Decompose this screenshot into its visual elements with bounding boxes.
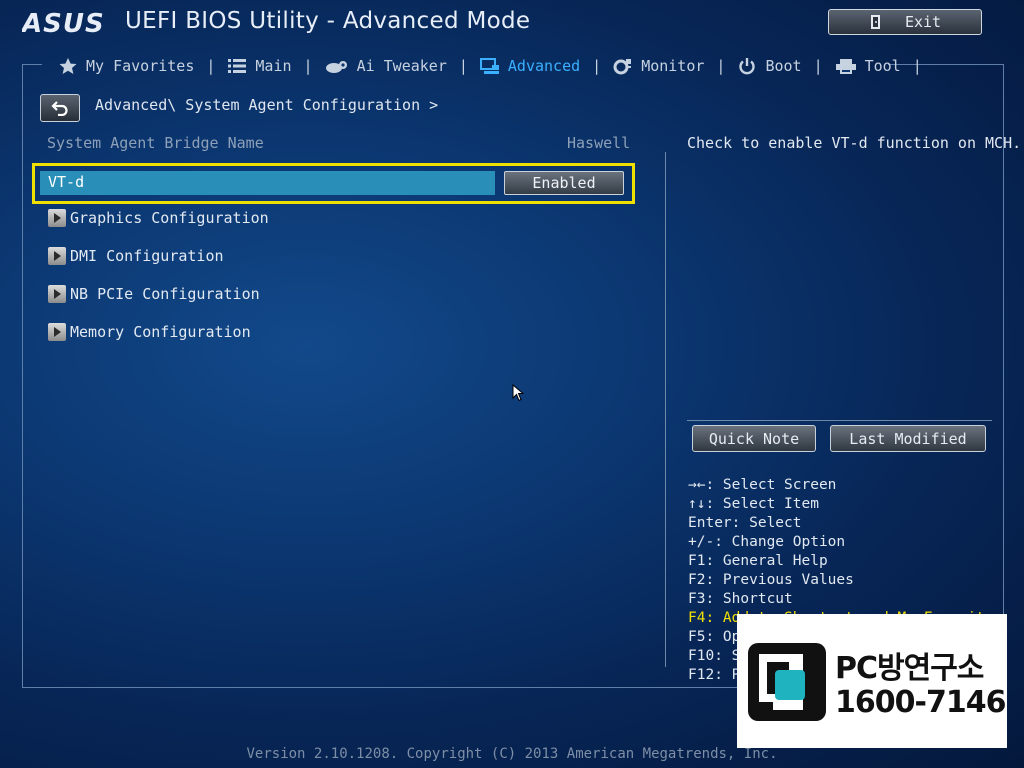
tab-label: Advanced	[507, 57, 581, 75]
submenu-nb-pcie-configuration[interactable]: NB PCIe Configuration	[48, 283, 260, 305]
tab-boot[interactable]: Boot	[727, 52, 811, 80]
key-legend-item: F1: General Help	[688, 553, 828, 569]
exit-button[interactable]: Exit	[828, 9, 982, 35]
key-legend-item: +/-: Change Option	[688, 534, 846, 550]
watermark-phone: 1600-7146	[835, 685, 1006, 720]
mouse-cursor-icon	[512, 384, 524, 402]
asus-logo: ASUS	[22, 9, 105, 38]
tab-separator: |	[458, 57, 468, 75]
back-arrow-icon	[51, 101, 68, 116]
quick-note-button[interactable]: Quick Note	[692, 425, 816, 452]
tab-my-favorites[interactable]: My Favorites	[48, 52, 204, 80]
bridge-name-label: System Agent Bridge Name	[47, 134, 264, 152]
submenu-label: NB PCIe Configuration	[70, 285, 260, 303]
help-divider	[687, 420, 992, 421]
tab-advanced[interactable]: Advanced	[470, 52, 590, 80]
tab-separator: |	[716, 57, 726, 75]
key-legend-item: F2: Previous Values	[688, 572, 854, 588]
tab-separator: |	[592, 57, 602, 75]
tab-separator: |	[303, 57, 313, 75]
submenu-label: DMI Configuration	[70, 247, 224, 265]
frame-top-edge-left	[22, 64, 42, 65]
key-legend-item: F3: Shortcut	[688, 591, 793, 607]
page-title: UEFI BIOS Utility - Advanced Mode	[125, 8, 531, 34]
help-description: Check to enable VT-d function on MCH.	[687, 134, 1022, 152]
tab-main[interactable]: Main	[217, 52, 301, 80]
submenu-arrow-icon	[48, 247, 66, 265]
star-icon	[59, 58, 77, 74]
last-modified-button[interactable]: Last Modified	[830, 425, 986, 452]
printer-icon	[835, 59, 856, 74]
submenu-graphics-configuration[interactable]: Graphics Configuration	[48, 207, 269, 229]
svg-text:ASUS: ASUS	[22, 9, 105, 38]
tab-separator: |	[912, 57, 922, 75]
panel-divider	[665, 152, 666, 667]
tab-label: Main	[255, 57, 292, 75]
list-icon	[228, 59, 247, 73]
vtd-value-button[interactable]: Enabled	[504, 171, 624, 195]
key-legend-item: Enter: Select	[688, 515, 802, 531]
submenu-label: Graphics Configuration	[70, 209, 269, 227]
tab-label: Tool	[864, 57, 901, 75]
power-icon	[739, 58, 756, 75]
exit-door-icon	[870, 15, 880, 29]
vtd-row[interactable]	[40, 171, 495, 195]
submenu-arrow-icon	[48, 323, 66, 341]
monitor-gauge-icon	[613, 59, 632, 75]
back-button[interactable]	[40, 94, 80, 122]
submenu-memory-configuration[interactable]: Memory Configuration	[48, 321, 251, 343]
tab-monitor[interactable]: Monitor	[603, 52, 714, 80]
tab-label: Monitor	[641, 57, 705, 75]
submenu-arrow-icon	[48, 285, 66, 303]
tab-label: My Favorites	[86, 57, 195, 75]
bridge-name-value: Haswell	[567, 134, 631, 152]
tab-ai-tweaker[interactable]: Ai Tweaker	[315, 52, 457, 80]
breadcrumb: Advanced\ System Agent Configuration >	[95, 96, 439, 114]
advanced-icon	[479, 58, 499, 74]
submenu-label: Memory Configuration	[70, 323, 251, 341]
tab-label: Boot	[765, 57, 802, 75]
tab-label: Ai Tweaker	[356, 57, 447, 75]
exit-label: Exit	[904, 13, 942, 31]
watermark-name: PC방연구소	[835, 651, 984, 686]
watermark-logo-icon	[748, 643, 826, 721]
tab-separator: |	[206, 57, 216, 75]
tab-tool[interactable]: Tool	[825, 52, 911, 80]
tweaker-icon	[325, 61, 347, 73]
version-footer: Version 2.10.1208. Copyright (C) 2013 Am…	[246, 746, 778, 762]
vtd-label: VT-d	[48, 173, 85, 191]
submenu-arrow-icon	[48, 209, 66, 227]
key-legend-item: →←: Select Screen	[688, 477, 837, 493]
submenu-dmi-configuration[interactable]: DMI Configuration	[48, 245, 224, 267]
tab-bar: My Favorites | Main | Ai Tweaker | Advan…	[48, 52, 924, 80]
key-legend-item: ↑↓: Select Item	[688, 496, 819, 512]
tab-separator: |	[813, 57, 823, 75]
